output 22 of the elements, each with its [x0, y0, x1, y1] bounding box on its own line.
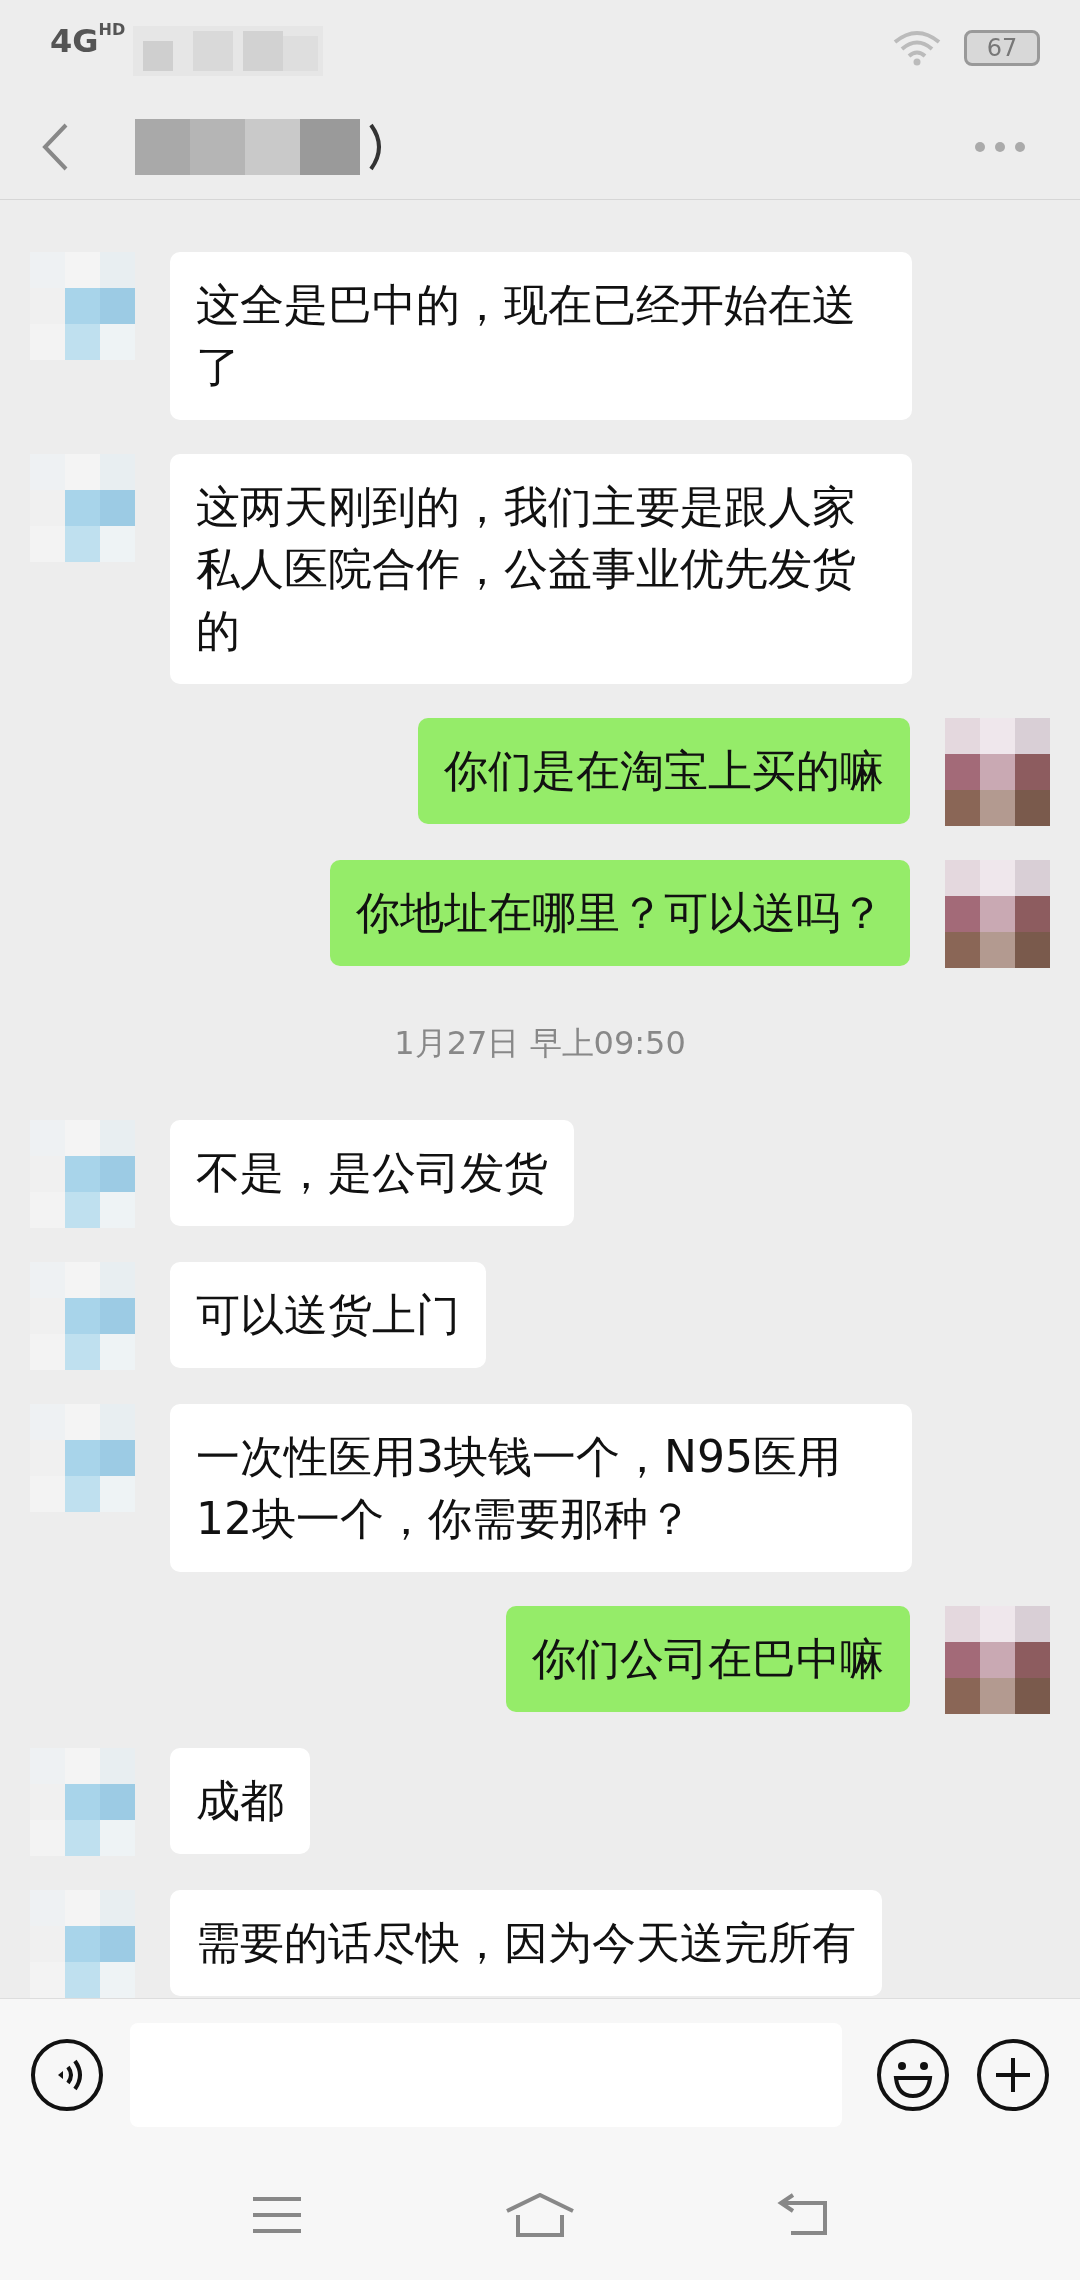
wifi-icon: [892, 29, 942, 66]
message-bubble: 这两天刚到的，我们主要是跟人家私人医院合作，公益事业优先发货的: [170, 454, 912, 684]
voice-icon[interactable]: [30, 2037, 104, 2112]
emoji-icon[interactable]: [876, 2037, 950, 2112]
message-bubble: 可以送货上门: [170, 1262, 486, 1368]
message-bubble: 成都: [170, 1748, 310, 1854]
timestamp: 1月27日 早上09:50: [394, 1023, 686, 1064]
home-icon[interactable]: [505, 2193, 575, 2237]
message-bubble: 你们是在淘宝上买的嘛: [418, 718, 910, 824]
hd-label: HD: [98, 19, 126, 39]
menu-icon[interactable]: [251, 2195, 303, 2235]
message-bubble: 不是，是公司发货: [170, 1120, 574, 1226]
message-bubble: 需要的话尽快，因为今天送完所有: [170, 1890, 882, 1996]
back-icon[interactable]: [40, 122, 70, 172]
network-label: 4G: [50, 21, 99, 60]
message-bubble: 你地址在哪里？可以送吗？: [330, 860, 910, 966]
message-bubble: 这全是巴中的，现在已经开始在送了: [170, 252, 912, 420]
plus-icon[interactable]: [976, 2037, 1050, 2112]
message-bubble: 一次性医用3块钱一个，N95医用12块一个，你需要那种？: [170, 1404, 912, 1572]
message-bubble: 你们公司在巴中嘛: [506, 1606, 910, 1712]
battery-indicator: 67: [964, 29, 1040, 66]
back-icon[interactable]: [777, 2193, 829, 2237]
